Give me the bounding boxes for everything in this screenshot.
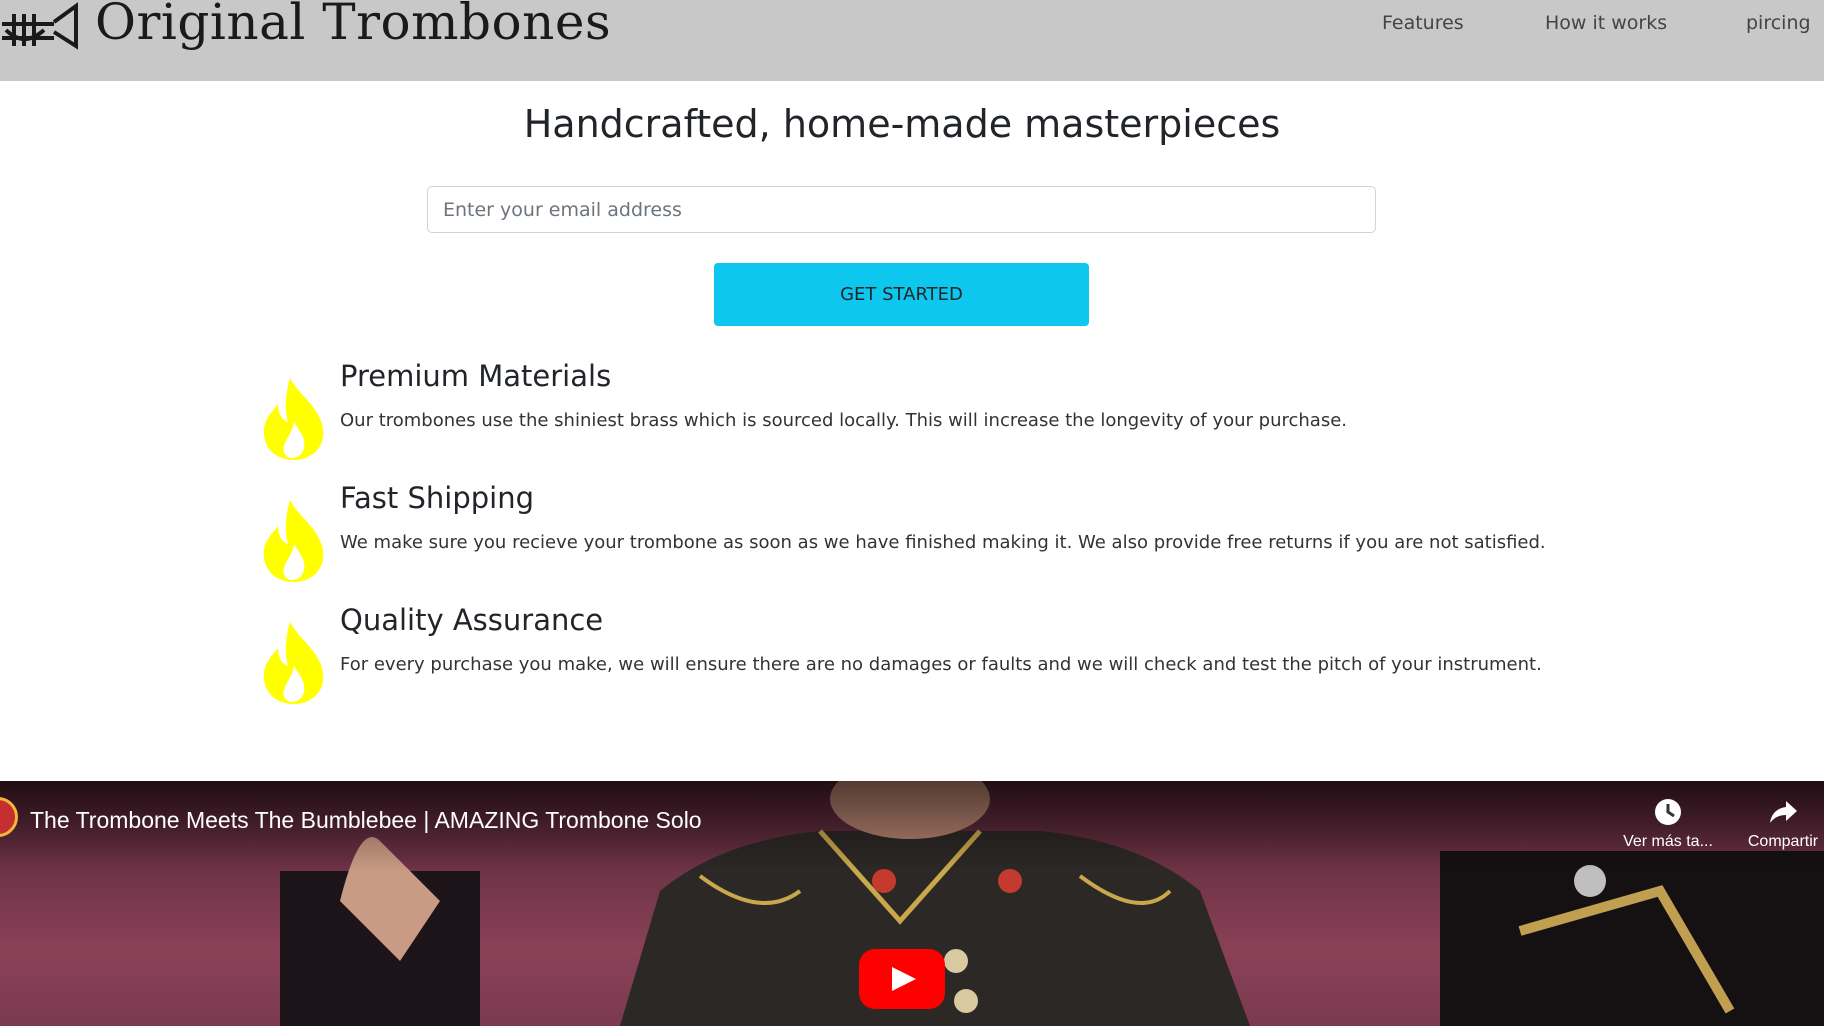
get-started-button[interactable]: GET STARTED — [714, 263, 1089, 326]
watch-later-button[interactable]: Ver más ta... — [1613, 797, 1723, 851]
nav-link-features[interactable]: Features — [1382, 10, 1464, 36]
video-title-link[interactable]: The Trombone Meets The Bumblebee | AMAZI… — [30, 805, 702, 835]
brand-name[interactable]: Original Trombones — [95, 0, 611, 52]
feature-description: We make sure you recieve your trombone a… — [340, 532, 1546, 553]
share-label: Compartir — [1747, 833, 1819, 850]
feature-fast-shipping: Fast Shipping We make sure you recieve y… — [258, 478, 1558, 588]
feature-description: For every purchase you make, we will ens… — [340, 654, 1542, 675]
embedded-video-player[interactable]: The Trombone Meets The Bumblebee | AMAZI… — [0, 781, 1824, 1026]
feature-title: Quality Assurance — [340, 603, 604, 637]
flame-icon — [258, 620, 330, 706]
clock-icon — [1655, 799, 1681, 825]
flame-icon — [258, 498, 330, 584]
hero-title: Handcrafted, home-made masterpieces — [523, 102, 1281, 146]
feature-title: Premium Materials — [340, 359, 612, 393]
share-button[interactable]: Compartir — [1728, 797, 1824, 851]
feature-description: Our trombones use the shiniest brass whi… — [340, 410, 1348, 431]
site-header: Original Trombones Features How it works… — [0, 0, 1824, 81]
email-input[interactable] — [427, 186, 1376, 233]
nav-link-pricing[interactable]: pircing — [1746, 10, 1811, 36]
feature-title: Fast Shipping — [340, 481, 534, 515]
flame-icon — [258, 376, 330, 462]
play-button[interactable] — [859, 949, 945, 1009]
watch-later-label: Ver más ta... — [1623, 833, 1713, 850]
feature-premium-materials: Premium Materials Our trombones use the … — [258, 356, 1558, 466]
share-arrow-icon — [1770, 801, 1797, 823]
nav-link-how-it-works[interactable]: How it works — [1545, 10, 1667, 36]
feature-quality-assurance: Quality Assurance For every purchase you… — [258, 600, 1558, 710]
trumpet-logo-icon[interactable] — [0, 0, 80, 50]
